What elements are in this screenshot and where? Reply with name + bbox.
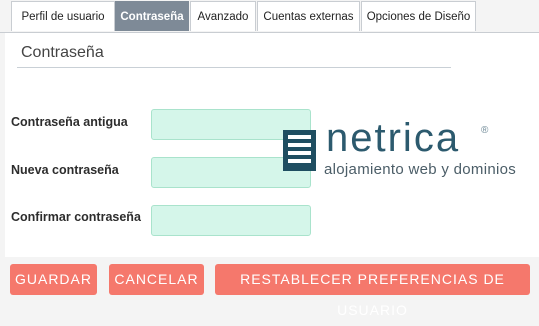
hamburger-icon xyxy=(283,130,316,171)
tab-cuentas-externas[interactable]: Cuentas externas xyxy=(257,1,360,31)
watermark-tagline: alojamiento web y dominios xyxy=(324,161,517,178)
tab-contrasena[interactable]: Contraseña xyxy=(115,1,189,31)
confirm-password-input[interactable] xyxy=(151,205,311,236)
tab-bar: Perfil de usuario Contraseña Avanzado Cu… xyxy=(0,0,539,33)
registered-mark: ® xyxy=(481,125,489,136)
reset-preferences-button[interactable]: RESTABLECER PREFERENCIAS DE USUARIO xyxy=(215,264,530,318)
new-password-label: Nueva contraseña xyxy=(11,163,119,177)
confirm-password-label: Confirmar contraseña xyxy=(11,210,141,224)
old-password-label: Contraseña antigua xyxy=(11,115,128,129)
section-divider xyxy=(17,67,451,68)
watermark-brand: netrica xyxy=(326,116,461,160)
tab-avanzado[interactable]: Avanzado xyxy=(190,1,256,31)
save-button[interactable]: GUARDAR xyxy=(10,264,97,295)
section-title: Contraseña xyxy=(21,44,104,61)
cancel-button[interactable]: CANCELAR xyxy=(109,264,204,295)
tab-perfil-de-usuario[interactable]: Perfil de usuario xyxy=(11,1,115,31)
tab-opciones-de-diseno[interactable]: Opciones de Diseño xyxy=(361,1,476,31)
